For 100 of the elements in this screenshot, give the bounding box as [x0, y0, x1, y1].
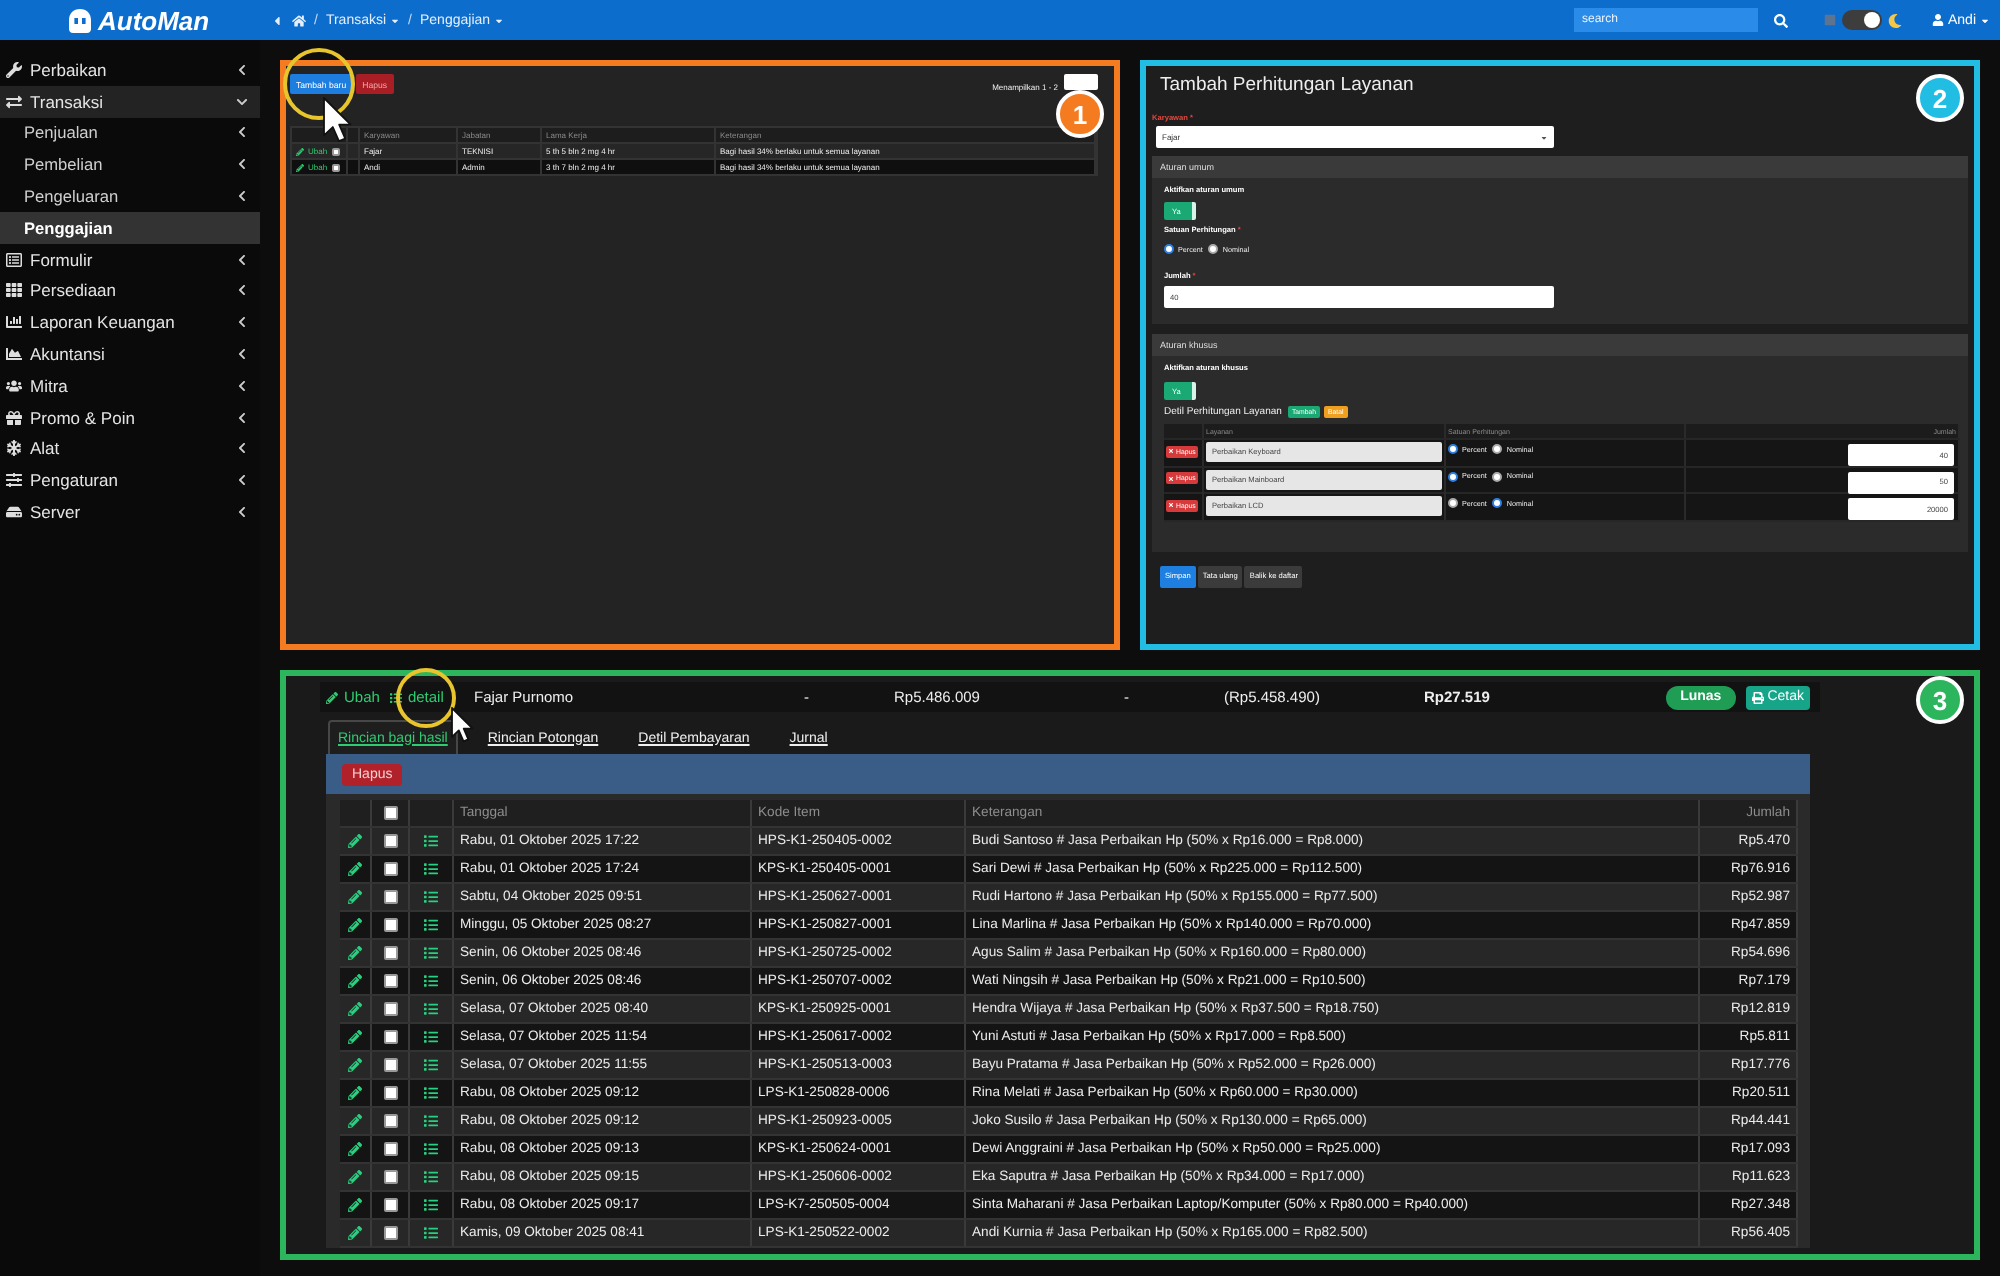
- list-icon[interactable]: [424, 946, 438, 960]
- sidebar-item[interactable]: Mitra: [0, 369, 260, 402]
- page-size-field[interactable]: [1064, 74, 1098, 90]
- radio-button[interactable]: [1164, 244, 1174, 254]
- radio-button[interactable]: [1448, 471, 1458, 481]
- sidebar-item[interactable]: Pengaturan: [0, 464, 260, 497]
- snowflake-icon: [6, 440, 22, 457]
- moon-icon: [1887, 13, 1902, 27]
- row-checkbox[interactable]: [331, 163, 340, 171]
- pencil-icon[interactable]: [348, 918, 362, 932]
- pencil-icon[interactable]: [348, 834, 362, 848]
- close-icon: [1168, 475, 1174, 481]
- list-icon[interactable]: [424, 1086, 438, 1100]
- pencil-icon[interactable]: [348, 862, 362, 876]
- sliders-icon: [6, 472, 22, 489]
- sidebar-item[interactable]: Laporan Keuangan: [0, 306, 260, 339]
- chevron-icon: [236, 379, 248, 392]
- sidebar-item[interactable]: Formulir: [0, 243, 260, 276]
- caret-left-icon[interactable]: [270, 13, 284, 27]
- grid-icon: [6, 282, 22, 299]
- pencil-icon[interactable]: [348, 1226, 362, 1240]
- search-icon[interactable]: [1773, 13, 1788, 27]
- pencil-icon: [326, 691, 338, 703]
- chevron-icon: [236, 126, 248, 139]
- select-all-checkbox[interactable]: [383, 806, 397, 820]
- list-icon[interactable]: [424, 1226, 438, 1240]
- pencil-icon[interactable]: [348, 1114, 362, 1128]
- chevron-icon: [236, 63, 248, 76]
- close-icon: [1168, 448, 1174, 454]
- row-checkbox[interactable]: [331, 147, 340, 155]
- sidebar-item[interactable]: Persediaan: [0, 275, 260, 307]
- radio-button[interactable]: [1492, 498, 1503, 508]
- list-icon[interactable]: [424, 1142, 438, 1156]
- sidebar-item[interactable]: Transaksi: [0, 85, 260, 118]
- list-icon[interactable]: [424, 1002, 438, 1016]
- pencil-icon[interactable]: [348, 1142, 362, 1156]
- radio-button[interactable]: [1492, 471, 1503, 481]
- sidebar-item[interactable]: Akuntansi: [0, 338, 260, 370]
- radio-button[interactable]: [1448, 498, 1458, 508]
- pencil-icon[interactable]: [348, 1002, 362, 1016]
- chevron-icon: [236, 158, 248, 171]
- sidebar-item[interactable]: Penjualan: [0, 117, 260, 149]
- row-checkbox[interactable]: [383, 1002, 397, 1016]
- pencil-icon: [296, 163, 304, 171]
- row-checkbox[interactable]: [383, 1226, 397, 1240]
- radio-button[interactable]: [1448, 444, 1458, 454]
- pencil-icon[interactable]: [348, 1198, 362, 1212]
- row-checkbox[interactable]: [383, 946, 397, 960]
- list-icon[interactable]: [424, 918, 438, 932]
- pencil-icon[interactable]: [348, 974, 362, 988]
- list-icon[interactable]: [424, 1030, 438, 1044]
- user-icon: [1931, 14, 1944, 26]
- sidebar-item[interactable]: Promo & Poin: [0, 401, 260, 434]
- caret-icon: [1980, 15, 1990, 25]
- row-checkbox[interactable]: [383, 834, 397, 848]
- list-icon[interactable]: [424, 974, 438, 988]
- bar-chart-icon: [6, 314, 22, 331]
- list-icon[interactable]: [424, 890, 438, 904]
- pencil-icon[interactable]: [348, 890, 362, 904]
- list-icon[interactable]: [424, 1058, 438, 1072]
- list-icon[interactable]: [424, 1198, 438, 1212]
- list-icon[interactable]: [424, 1170, 438, 1184]
- pencil-icon[interactable]: [348, 1170, 362, 1184]
- chevron-icon: [236, 348, 248, 361]
- list-icon[interactable]: [424, 1114, 438, 1128]
- chevron-icon: [236, 316, 248, 329]
- row-checkbox[interactable]: [383, 1198, 397, 1212]
- caret-icon: [494, 15, 505, 25]
- chevron-icon: [236, 95, 248, 108]
- pencil-icon[interactable]: [348, 1030, 362, 1044]
- pencil-icon[interactable]: [348, 1086, 362, 1100]
- row-checkbox[interactable]: [383, 974, 397, 988]
- chevron-icon: [236, 442, 248, 455]
- row-checkbox[interactable]: [383, 1030, 397, 1044]
- list-icon[interactable]: [424, 862, 438, 876]
- radio-button[interactable]: [1208, 244, 1219, 254]
- sidebar-item[interactable]: Server: [0, 496, 260, 528]
- row-checkbox[interactable]: [383, 1086, 397, 1100]
- sidebar-item[interactable]: Penggajian: [0, 211, 260, 244]
- close-icon: [1168, 502, 1174, 508]
- row-checkbox[interactable]: [383, 1058, 397, 1072]
- sidebar-item[interactable]: Alat: [0, 433, 260, 465]
- row-checkbox[interactable]: [383, 1114, 397, 1128]
- radio-button[interactable]: [1492, 444, 1503, 454]
- list-icon: [389, 691, 402, 703]
- pencil-icon[interactable]: [348, 1058, 362, 1072]
- row-checkbox[interactable]: [383, 918, 397, 932]
- printer-icon: [1751, 691, 1764, 703]
- list-icon[interactable]: [424, 834, 438, 848]
- sidebar-item[interactable]: Pembelian: [0, 148, 260, 181]
- theme-toggle[interactable]: [1841, 10, 1882, 30]
- row-checkbox[interactable]: [383, 890, 397, 904]
- row-checkbox[interactable]: [383, 1142, 397, 1156]
- sidebar-item[interactable]: Perbaikan: [0, 54, 260, 86]
- step-badge: 2: [1916, 74, 1964, 122]
- row-checkbox[interactable]: [383, 1170, 397, 1184]
- pencil-icon[interactable]: [348, 946, 362, 960]
- row-checkbox[interactable]: [383, 862, 397, 876]
- sidebar-item[interactable]: Pengeluaran: [0, 180, 260, 212]
- home-icon[interactable]: [292, 13, 306, 27]
